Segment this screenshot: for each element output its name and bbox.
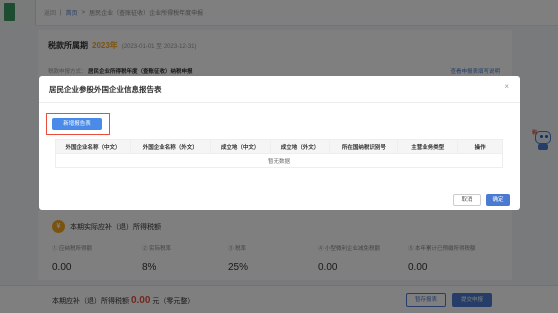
confirm-button[interactable]: 确定 <box>486 194 510 206</box>
empty-state-text: 暂无数据 <box>55 153 503 168</box>
empty-row: 暂无数据 <box>55 153 503 168</box>
add-report-button[interactable]: 新增报告表 <box>52 118 102 130</box>
dialog-title: 居民企业参股外国企业信息报告表 <box>49 85 162 94</box>
foreign-enterprise-report-dialog: 居民企业参股外国企业信息报告表 × 新增报告表 外国企业名称（中文） 外国企业名… <box>39 76 520 210</box>
column-header[interactable]: 成立地（中文） <box>209 139 271 154</box>
column-header[interactable]: 外国企业名称（中文） <box>55 139 131 154</box>
column-header[interactable]: 所在国纳税识别号 <box>329 139 399 154</box>
add-button-highlight: 新增报告表 <box>46 113 110 135</box>
cancel-button[interactable]: 取消 <box>453 194 481 206</box>
report-table: 外国企业名称（中文） 外国企业名称（外文） 成立地（中文） 成立地（外文） 所在… <box>55 139 503 168</box>
column-header[interactable]: 成立地（外文） <box>269 139 331 154</box>
dialog-divider <box>39 102 520 103</box>
column-header[interactable]: 主营业务类型 <box>397 139 459 154</box>
column-header[interactable]: 外国企业名称（外文） <box>129 139 211 154</box>
column-header[interactable]: 操作 <box>457 139 503 154</box>
close-icon[interactable]: × <box>504 83 509 91</box>
table-header-row: 外国企业名称（中文） 外国企业名称（外文） 成立地（中文） 成立地（外文） 所在… <box>55 139 503 154</box>
